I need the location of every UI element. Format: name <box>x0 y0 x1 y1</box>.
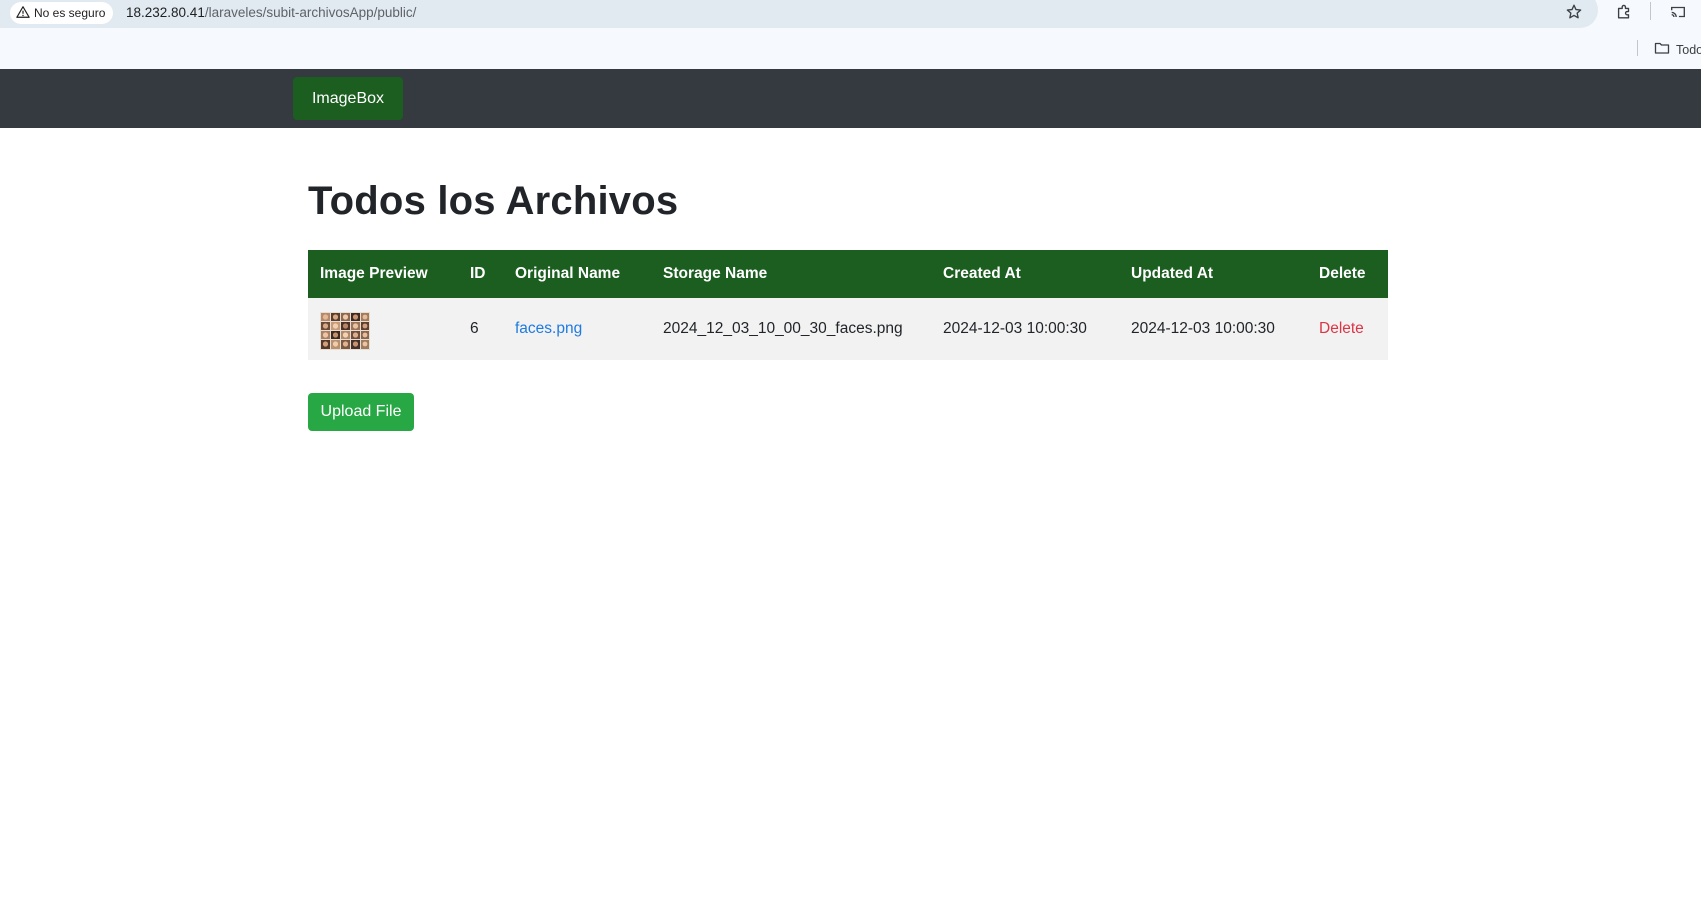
header-updated-at: Updated At <box>1131 265 1214 282</box>
files-table: Image Preview ID Original Name Storage N… <box>308 250 1388 360</box>
puzzle-icon[interactable] <box>1614 2 1634 22</box>
header-image-preview: Image Preview <box>320 265 428 282</box>
header-id: ID <box>470 265 486 282</box>
url-host: 18.232.80.41 <box>126 5 205 20</box>
upload-file-button[interactable]: Upload File <box>308 393 414 431</box>
browser-chrome: No es seguro 18.232.80.41/laraveles/subi… <box>0 0 1701 69</box>
header-delete: Delete <box>1319 265 1366 282</box>
delete-link[interactable]: Delete <box>1319 320 1364 337</box>
thumbnail-faces <box>321 313 369 349</box>
navbar: ImageBox <box>0 69 1701 128</box>
image-thumbnail[interactable] <box>320 312 370 350</box>
security-chip[interactable]: No es seguro <box>10 2 114 24</box>
warning-triangle-icon <box>16 5 30 22</box>
header-created-at: Created At <box>943 265 1021 282</box>
original-name-cell: faces.png <box>503 298 651 360</box>
star-icon[interactable] <box>1564 2 1584 22</box>
url-text[interactable]: 18.232.80.41/laraveles/subit-archivosApp… <box>126 5 416 20</box>
toolbar-separator <box>1650 2 1651 20</box>
updated-at-cell: 2024-12-03 10:00:30 <box>1131 320 1275 337</box>
cast-icon[interactable] <box>1668 2 1688 22</box>
address-bar[interactable]: No es seguro 18.232.80.41/laraveles/subi… <box>0 0 1598 28</box>
folder-icon <box>1654 40 1670 59</box>
bookmarks-separator <box>1637 40 1638 56</box>
url-path: /laraveles/subit-archivosApp/public/ <box>204 5 417 20</box>
original-name-link[interactable]: faces.png <box>515 320 582 337</box>
bookmark-folder-label: Todos <box>1676 42 1701 57</box>
created-at-cell: 2024-12-03 10:00:30 <box>943 320 1087 337</box>
delete-cell: Delete <box>1307 298 1388 360</box>
table-row: 6 faces.png 2024_12_03_10_00_30_faces.pn… <box>308 298 1388 360</box>
header-storage-name: Storage Name <box>663 265 768 282</box>
table-header-row: Image Preview ID Original Name Storage N… <box>308 250 1388 298</box>
id-cell: 6 <box>470 320 479 337</box>
bookmark-folder[interactable]: Todos <box>1654 40 1701 59</box>
page-title: Todos los Archivos <box>308 179 679 223</box>
header-original-name: Original Name <box>515 265 621 282</box>
security-label: No es seguro <box>34 6 106 20</box>
storage-name-cell: 2024_12_03_10_00_30_faces.png <box>663 320 903 337</box>
brand-link[interactable]: ImageBox <box>293 77 403 120</box>
image-preview-cell <box>308 298 458 360</box>
